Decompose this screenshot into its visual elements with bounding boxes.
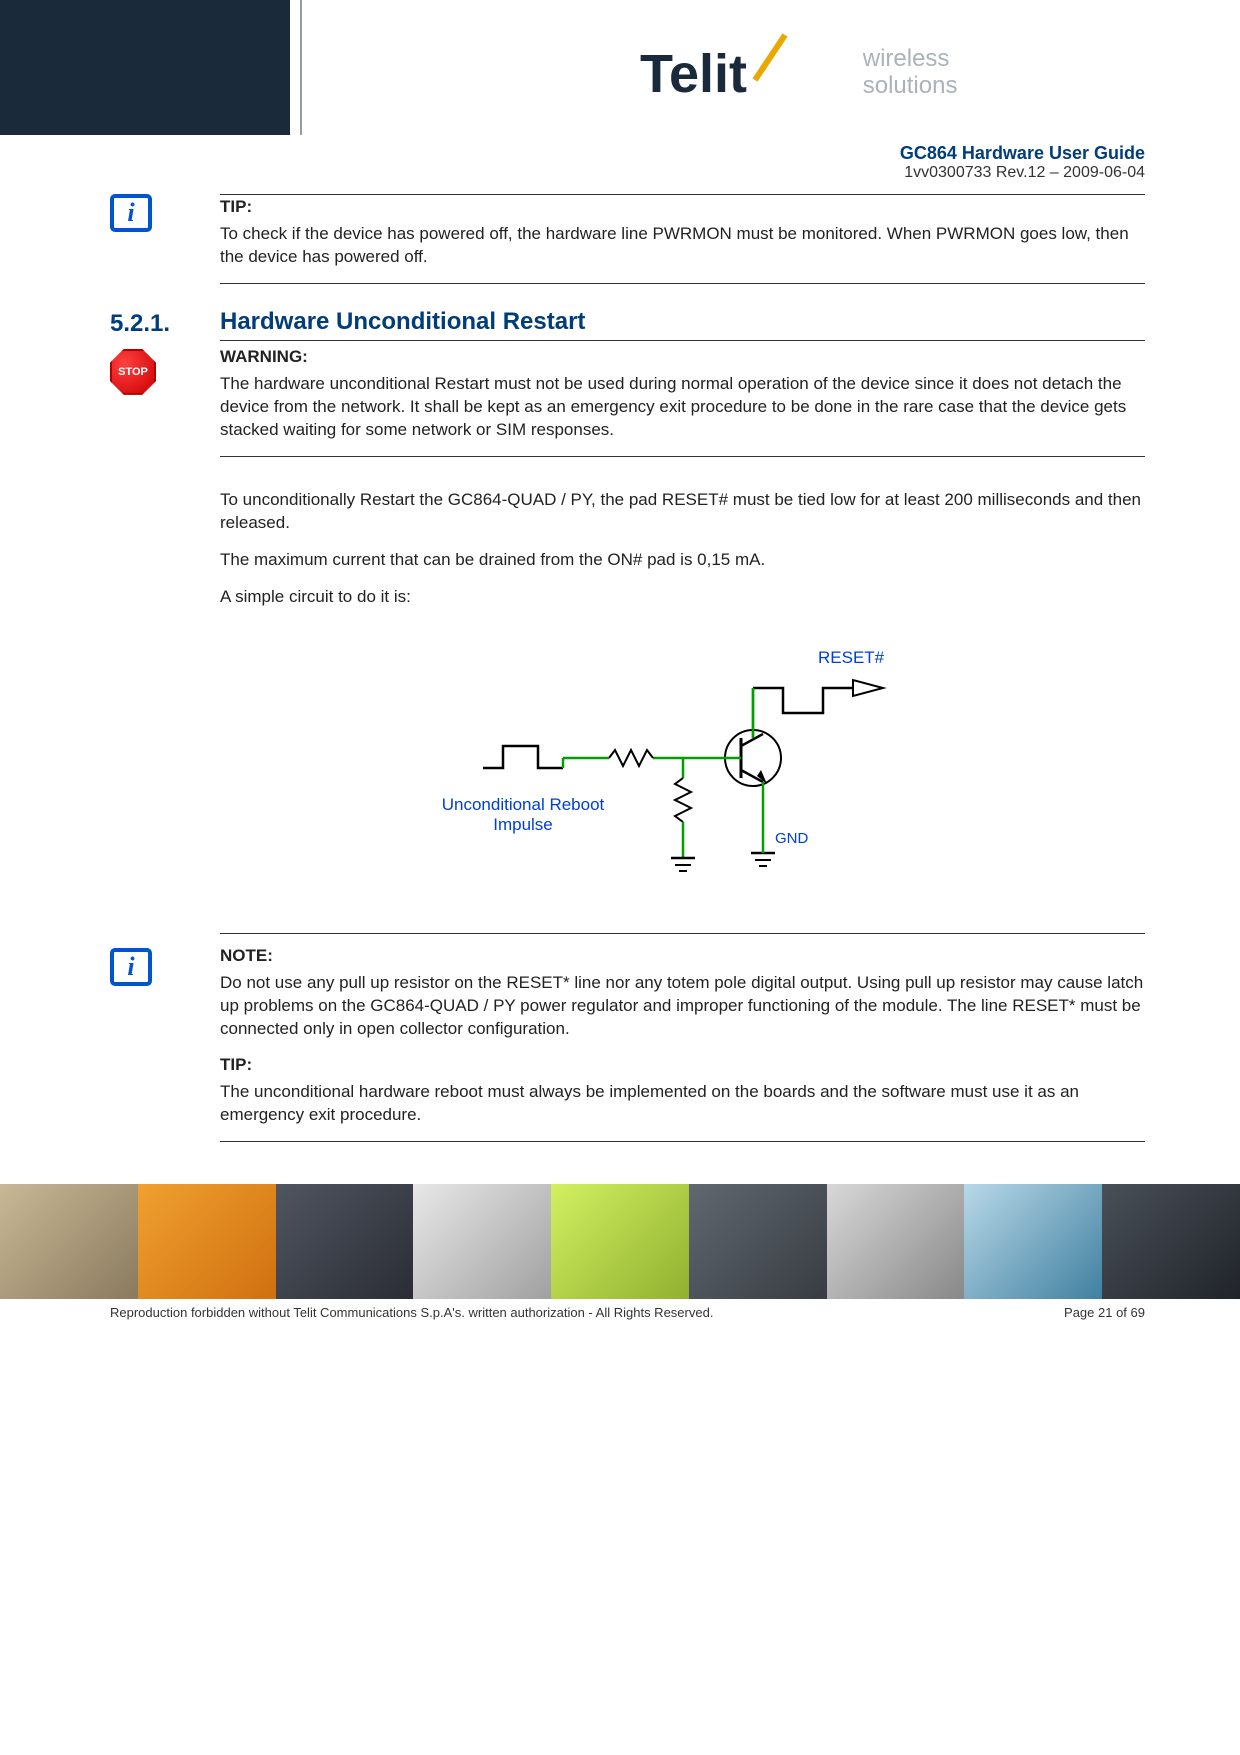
page-header: Telit wireless solutions bbox=[0, 0, 1240, 135]
rule bbox=[220, 1141, 1145, 1142]
footer-bar: Reproduction forbidden without Telit Com… bbox=[0, 1299, 1240, 1340]
rule bbox=[220, 456, 1145, 457]
body-p1: To unconditionally Restart the GC864-QUA… bbox=[220, 489, 1145, 535]
document-revision: 1vv0300733 Rev.12 – 2009-06-04 bbox=[0, 164, 1145, 182]
warning-block: STOP WARNING: The hardware unconditional… bbox=[110, 347, 1145, 459]
footer-image-strip bbox=[0, 1184, 1240, 1299]
body-p3: A simple circuit to do it is: bbox=[220, 586, 1145, 609]
footer-copyright: Reproduction forbidden without Telit Com… bbox=[110, 1305, 713, 1320]
stop-icon: STOP bbox=[110, 349, 156, 395]
tip-block-1: i TIP: To check if the device has powere… bbox=[110, 192, 1145, 286]
tip-label: TIP: bbox=[220, 197, 1145, 217]
tip-text: To check if the device has powered off, … bbox=[220, 223, 1145, 269]
tagline-line1: wireless bbox=[863, 45, 950, 72]
body-text-block: To unconditionally Restart the GC864-QUA… bbox=[110, 483, 1145, 937]
info-icon: i bbox=[110, 194, 152, 232]
rule bbox=[220, 194, 1145, 195]
note-block: i NOTE: Do not use any pull up resistor … bbox=[110, 946, 1145, 1144]
document-title: GC864 Hardware User Guide bbox=[0, 143, 1145, 164]
rule bbox=[220, 933, 1145, 934]
gnd-label: GND bbox=[775, 830, 809, 847]
warning-text: The hardware unconditional Restart must … bbox=[220, 373, 1145, 442]
tip-label-2: TIP: bbox=[220, 1055, 1145, 1075]
section-number: 5.2.1. bbox=[110, 310, 170, 337]
rule bbox=[220, 340, 1145, 341]
note-text: Do not use any pull up resistor on the R… bbox=[220, 972, 1145, 1041]
tip-text-2: The unconditional hardware reboot must a… bbox=[220, 1081, 1145, 1127]
warning-label: WARNING: bbox=[220, 347, 1145, 367]
footer-page: Page 21 of 69 bbox=[1064, 1305, 1145, 1320]
note-label: NOTE: bbox=[220, 946, 1145, 966]
body-p2: The maximum current that can be drained … bbox=[220, 549, 1145, 572]
impulse-label-l1: Unconditional Reboot bbox=[441, 795, 604, 814]
tagline-line2: solutions bbox=[863, 72, 958, 99]
impulse-label-l2: Impulse bbox=[493, 815, 553, 834]
rule bbox=[220, 283, 1145, 284]
section-title: Hardware Unconditional Restart bbox=[220, 308, 1145, 336]
reset-label: RESET# bbox=[818, 648, 885, 667]
circuit-diagram: RESET# bbox=[220, 638, 1145, 903]
document-title-block: GC864 Hardware User Guide 1vv0300733 Rev… bbox=[0, 135, 1240, 188]
header-divider bbox=[300, 0, 302, 135]
brand-logo: Telit wireless solutions bbox=[640, 30, 957, 115]
brand-text: Telit bbox=[640, 44, 747, 104]
header-dark-block bbox=[0, 0, 290, 135]
section-heading-row: 5.2.1. Hardware Unconditional Restart bbox=[110, 308, 1145, 343]
telit-logo-icon: Telit bbox=[640, 30, 840, 115]
info-icon: i bbox=[110, 948, 152, 986]
brand-tagline: wireless solutions bbox=[863, 46, 958, 99]
